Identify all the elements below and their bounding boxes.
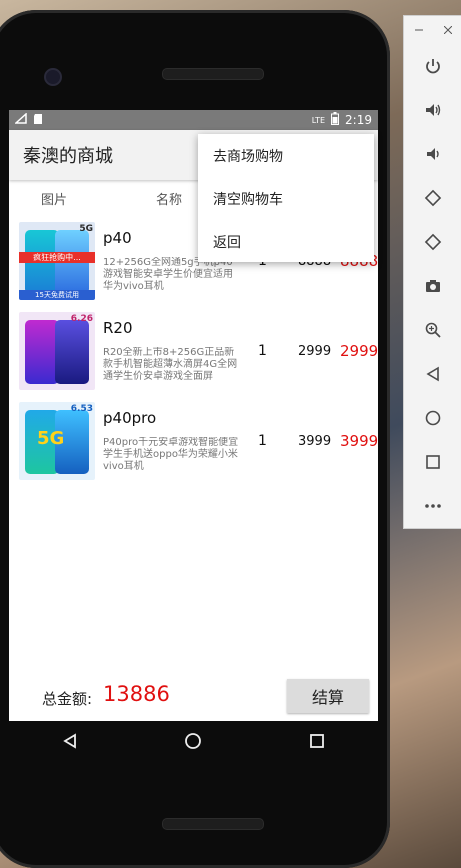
rotate-left-icon[interactable] — [404, 176, 461, 220]
phone-image — [25, 320, 59, 384]
zoom-icon[interactable] — [404, 308, 461, 352]
close-icon[interactable] — [443, 24, 452, 37]
emulator-toolbar — [403, 15, 461, 529]
checkout-button[interactable]: 结算 — [287, 679, 369, 713]
battery-icon — [331, 112, 340, 128]
bottom-speaker — [162, 818, 264, 830]
badge-5g: 5G — [79, 224, 93, 234]
signal-icon — [14, 112, 27, 127]
badge-screen-size: 6.26 — [70, 314, 93, 324]
promo-5g-label: 5G — [37, 428, 65, 449]
product-total: 3999 — [340, 432, 378, 450]
sd-card-icon — [33, 113, 43, 128]
product-image: 6.53 5G — [19, 402, 95, 480]
product-quantity: 1 — [258, 433, 267, 449]
menu-item-clear-cart[interactable]: 清空购物车 — [198, 177, 374, 220]
menu-item-go-shopping[interactable]: 去商场购物 — [198, 134, 374, 177]
product-name: p40pro — [103, 409, 157, 427]
overflow-menu: 去商场购物 清空购物车 返回 — [198, 134, 374, 262]
product-total: 2999 — [340, 342, 378, 360]
back-icon[interactable] — [62, 732, 78, 754]
product-description: R20全新上市8+256G正品新款手机智能超薄水滴屏4G全网通学生价安卓游戏全面… — [103, 347, 238, 382]
total-amount: 13886 — [103, 682, 170, 706]
status-bar: LTE 2:19 — [9, 110, 378, 130]
more-icon[interactable] — [404, 484, 461, 528]
volume-down-icon[interactable] — [404, 132, 461, 176]
phone-image — [55, 320, 89, 384]
home-icon[interactable] — [184, 732, 202, 755]
promo-footer: 15天免费试用 — [19, 290, 95, 300]
product-price: 3999 — [298, 433, 332, 449]
menu-item-back[interactable]: 返回 — [198, 220, 374, 263]
power-icon[interactable] — [404, 44, 461, 88]
product-image: 6.26 — [19, 312, 95, 390]
recents-icon[interactable] — [309, 733, 325, 754]
product-image: 5G 疯狂抢购中... 15天免费试用 — [19, 222, 95, 300]
front-camera — [44, 68, 62, 86]
system-nav-bar — [9, 721, 378, 765]
cart-item-row[interactable]: 6.26 R20 R20全新上市8+256G正品新款手机智能超薄水滴屏4G全网通… — [9, 306, 378, 396]
product-price: 2999 — [298, 343, 332, 359]
product-description: P40pro千元安卓游戏智能便宜学生手机送oppo华为荣耀小米vivo耳机 — [103, 437, 239, 472]
clock: 2:19 — [345, 113, 372, 127]
app-title: 秦澳的商城 — [23, 146, 113, 167]
product-name: R20 — [103, 319, 133, 337]
column-image: 图片 — [40, 192, 67, 208]
back-icon[interactable] — [404, 352, 461, 396]
rotate-right-icon[interactable] — [404, 220, 461, 264]
promo-banner: 疯狂抢购中... — [19, 252, 95, 263]
total-label: 总金额: — [42, 690, 93, 708]
badge-screen-size: 6.53 — [70, 404, 93, 414]
volume-up-icon[interactable] — [404, 88, 461, 132]
cart-item-row[interactable]: 6.53 5G p40pro P40pro千元安卓游戏智能便宜学生手机送oppo… — [9, 396, 378, 486]
home-icon[interactable] — [404, 396, 461, 440]
earpiece-speaker — [162, 68, 264, 80]
overview-icon[interactable] — [404, 440, 461, 484]
lte-indicator: LTE — [311, 115, 326, 125]
cart-footer: 总金额: 13886 结算 — [9, 676, 378, 721]
product-quantity: 1 — [258, 343, 267, 359]
minimize-icon[interactable] — [414, 24, 423, 37]
camera-icon[interactable] — [404, 264, 461, 308]
